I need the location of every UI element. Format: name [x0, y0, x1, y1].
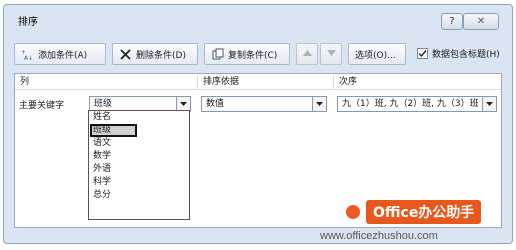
move-up-button[interactable]	[296, 43, 318, 65]
dropdown-option[interactable]: 科学	[89, 176, 189, 189]
dropdown-option-selected[interactable]: 班级	[90, 124, 137, 137]
sort-on-value: 数值	[206, 99, 225, 109]
move-down-button[interactable]	[320, 43, 342, 65]
brand-url: www.officezhushou.com	[320, 230, 438, 242]
options-label: 选项(O)...	[355, 50, 396, 61]
options-button[interactable]: 选项(O)...	[348, 43, 406, 65]
primary-key-label: 主要关键字	[19, 101, 65, 111]
help-button[interactable]: ?	[441, 13, 463, 30]
chevron-down-icon[interactable]	[312, 97, 326, 111]
delete-condition-button[interactable]: 删除条件(D)	[112, 43, 198, 65]
checkbox-box[interactable]	[417, 48, 428, 59]
has-headers-label: 数据包含标题(H)	[432, 50, 500, 60]
copy-condition-button[interactable]: 复制条件(C)	[204, 43, 290, 65]
dropdown-option[interactable]: 姓名	[89, 111, 189, 124]
delete-x-icon	[119, 48, 132, 61]
add-condition-label: 添加条件(A)	[38, 50, 88, 61]
close-button[interactable]: ✕	[463, 13, 499, 30]
column-select-value: 班级	[94, 99, 113, 109]
toolbar: + A↓ 添加条件(A) 删除条件(D) 复制条件(C) 选项(O)... 数据…	[14, 43, 504, 67]
column-dropdown-list: 姓名 班级 语文 数学 外语 科学 总分	[88, 110, 190, 220]
triangle-up-icon	[302, 49, 312, 59]
sort-on-header: 排序依据	[197, 75, 333, 89]
triangle-down-icon	[326, 49, 336, 59]
header-divider	[15, 89, 501, 90]
chevron-down-icon[interactable]	[482, 97, 496, 111]
dropdown-option[interactable]: 外语	[89, 163, 189, 176]
dialog-title: 排序	[18, 17, 38, 28]
delete-condition-label: 删除条件(D)	[136, 50, 186, 61]
dropdown-option[interactable]: 总分	[89, 189, 189, 202]
dropdown-option[interactable]: 语文	[89, 137, 189, 150]
order-value: 九（1）班, 九（2）班, 九（3）班	[342, 99, 479, 109]
add-condition-button[interactable]: + A↓ 添加条件(A)	[14, 43, 106, 65]
dropdown-option[interactable]: 数学	[89, 150, 189, 163]
has-headers-checkbox[interactable]: 数据包含标题(H)	[417, 47, 500, 60]
copy-condition-label: 复制条件(C)	[228, 50, 278, 61]
order-header: 次序	[333, 75, 499, 89]
brand-name: Office办公助手	[366, 200, 482, 224]
add-level-icon: + A↓	[21, 48, 34, 61]
svg-text:A↓: A↓	[24, 55, 33, 61]
title-bar: 排序 ? ✕	[4, 5, 512, 31]
copy-icon	[211, 48, 224, 61]
brand-logo-icon	[346, 205, 360, 219]
sort-on-select[interactable]: 数值	[201, 96, 327, 112]
brand-watermark: Office办公助手	[346, 200, 482, 224]
column-header: 列	[20, 77, 30, 87]
order-select[interactable]: 九（1）班, 九（2）班, 九（3）班	[337, 96, 497, 112]
chevron-down-icon[interactable]	[176, 97, 190, 111]
